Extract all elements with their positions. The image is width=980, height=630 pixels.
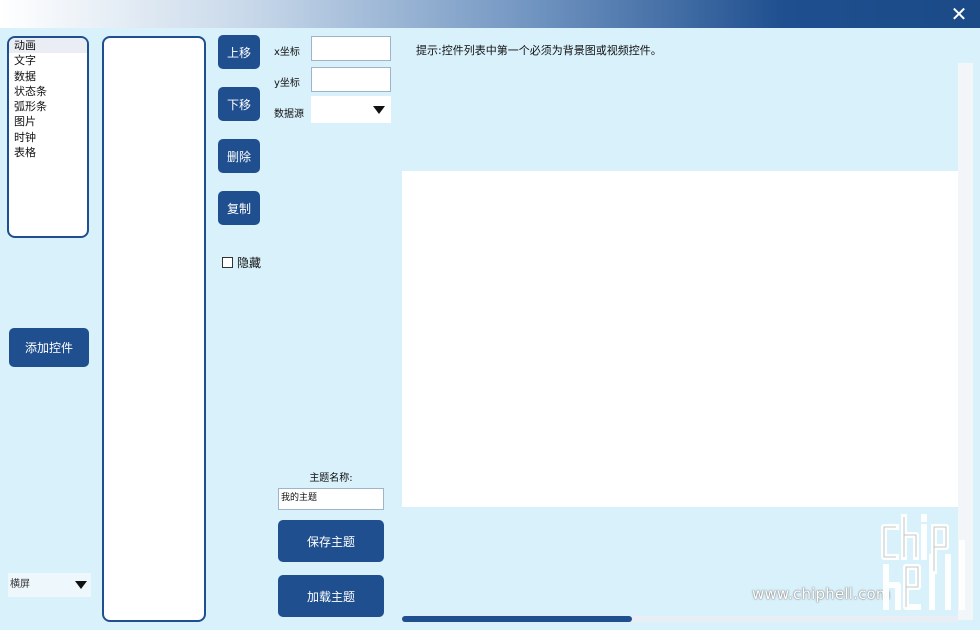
control-type-item[interactable]: 弧形条 (9, 99, 87, 114)
x-coordinate-input[interactable] (311, 36, 391, 61)
hide-checkbox[interactable]: 隐藏 (222, 254, 261, 271)
horizontal-scrollbar-thumb[interactable] (402, 616, 632, 622)
watermark-url: www.chiphell.com (752, 585, 891, 603)
load-theme-button[interactable]: 加载主题 (278, 575, 384, 617)
control-list[interactable] (102, 36, 206, 622)
title-bar: ✕ (0, 0, 980, 28)
orientation-value: 横屏 (10, 579, 30, 590)
checkbox-box[interactable] (222, 257, 233, 268)
chevron-down-icon (75, 581, 87, 589)
chevron-down-icon (373, 106, 385, 114)
move-down-button[interactable]: 下移 (218, 87, 260, 121)
y-coordinate-input[interactable] (311, 67, 391, 92)
add-control-button[interactable]: 添加控件 (9, 328, 89, 367)
hide-checkbox-label: 隐藏 (237, 256, 262, 270)
control-type-item[interactable]: 数据 (9, 69, 87, 84)
editor-content: 动画 文字 数据 状态条 弧形条 图片 时钟 表格 添加控件 横屏 上移 下移 … (0, 28, 980, 630)
y-coordinate-label: y坐标 (274, 78, 300, 89)
copy-button[interactable]: 复制 (218, 191, 260, 225)
control-type-item[interactable]: 表格 (9, 145, 87, 160)
control-type-item[interactable]: 文字 (9, 53, 87, 68)
control-type-list[interactable]: 动画 文字 数据 状态条 弧形条 图片 时钟 表格 (7, 36, 89, 238)
control-type-item[interactable]: 图片 (9, 114, 87, 129)
theme-name-label: 主题名称: (309, 473, 353, 484)
close-icon[interactable]: ✕ (948, 3, 970, 25)
orientation-select[interactable]: 横屏 (8, 573, 91, 597)
chiphell-logo (881, 514, 965, 610)
control-type-item[interactable]: 状态条 (9, 84, 87, 99)
preview-canvas[interactable] (402, 171, 958, 507)
save-theme-button[interactable]: 保存主题 (278, 520, 384, 562)
control-type-item[interactable]: 时钟 (9, 130, 87, 145)
x-coordinate-label: x坐标 (274, 47, 300, 58)
hint-text: 提示:控件列表中第一个必须为背景图或视频控件。 (416, 44, 662, 57)
datasource-label: 数据源 (274, 109, 304, 120)
delete-button[interactable]: 删除 (218, 139, 260, 173)
control-type-item[interactable]: 动画 (9, 38, 87, 54)
move-up-button[interactable]: 上移 (218, 35, 260, 69)
datasource-select[interactable] (311, 96, 391, 123)
theme-name-input[interactable]: 我的主题 (278, 488, 384, 510)
